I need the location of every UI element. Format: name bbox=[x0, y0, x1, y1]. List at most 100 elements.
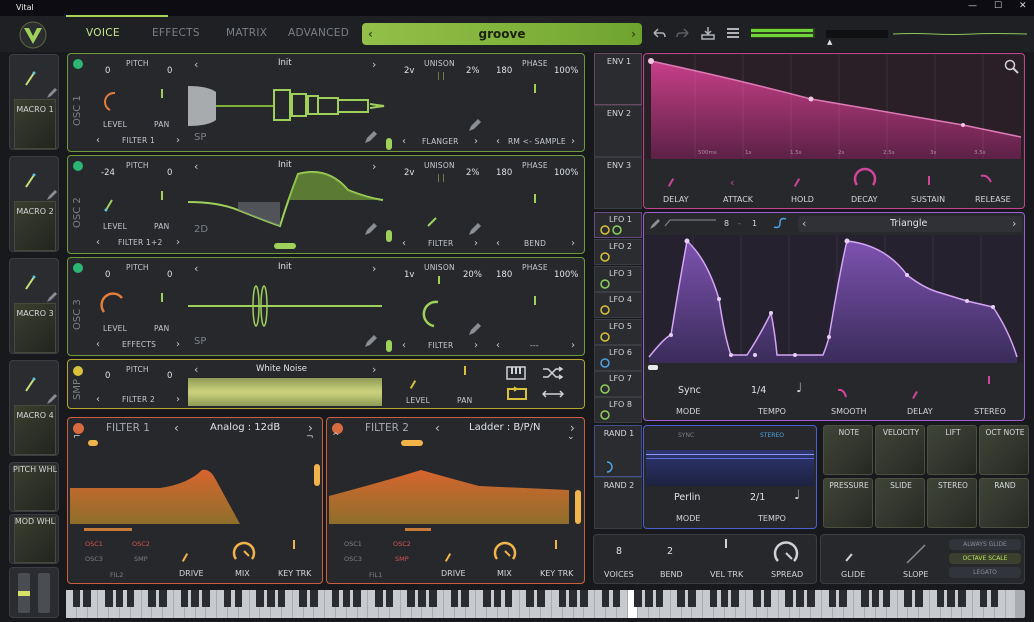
black-key[interactable] bbox=[429, 590, 437, 607]
black-key[interactable] bbox=[504, 590, 513, 607]
pitch-transpose-value[interactable]: 0 bbox=[167, 168, 172, 178]
osc-fx-b[interactable]: BEND bbox=[524, 239, 546, 248]
mod-source-oct-note[interactable]: OCT NOTE bbox=[979, 425, 1029, 475]
pan-knob[interactable] bbox=[161, 191, 163, 200]
unison-detune[interactable]: 20% bbox=[463, 270, 482, 280]
osc-fx-a[interactable]: FILTER bbox=[428, 239, 453, 248]
key-track-knob[interactable] bbox=[293, 540, 295, 549]
sample-name[interactable]: White Noise bbox=[256, 364, 307, 374]
wavetable-display[interactable] bbox=[188, 160, 388, 240]
black-key[interactable] bbox=[385, 590, 394, 607]
black-key[interactable] bbox=[601, 590, 610, 607]
filter-src-fil[interactable]: FIL1 bbox=[369, 571, 382, 579]
macro-4[interactable]: MACRO 4 bbox=[9, 360, 59, 456]
unison-blend-slider[interactable] bbox=[438, 276, 440, 284]
filter-resonance-slider[interactable] bbox=[575, 490, 581, 524]
random-phase-icon[interactable] bbox=[542, 366, 564, 380]
filter-src-osc2[interactable]: OSC2 bbox=[393, 540, 411, 548]
lfo-grid-y[interactable]: 1 bbox=[752, 219, 757, 228]
edit-wavetable-icon[interactable] bbox=[364, 130, 378, 144]
black-key[interactable] bbox=[180, 590, 189, 607]
lfo-7-tab[interactable]: LFO 7 bbox=[594, 371, 642, 397]
always-glide-toggle[interactable]: ALWAYS GLIDE bbox=[949, 539, 1021, 550]
wheel-controls[interactable] bbox=[9, 567, 59, 618]
maximize-button[interactable]: ☐ bbox=[994, 1, 1002, 11]
phase-knob[interactable] bbox=[534, 194, 536, 203]
tab-effects[interactable]: EFFECTS bbox=[152, 27, 200, 39]
black-key[interactable] bbox=[493, 590, 502, 607]
fx-a-prev-icon[interactable]: ‹ bbox=[402, 238, 406, 249]
edit-pencil-icon[interactable] bbox=[46, 393, 58, 405]
black-key[interactable] bbox=[580, 590, 588, 607]
osc-fx-b[interactable]: RM <- SAMPLE bbox=[508, 137, 566, 146]
black-key[interactable] bbox=[634, 590, 642, 607]
black-key[interactable] bbox=[407, 590, 416, 607]
tab-voice[interactable]: VOICE bbox=[86, 27, 120, 39]
unison-blend-slider[interactable] bbox=[438, 72, 444, 80]
lfo-delay-knob[interactable] bbox=[912, 391, 918, 399]
minimize-button[interactable]: — bbox=[968, 1, 977, 11]
spectral-morph-slider[interactable] bbox=[386, 230, 392, 242]
sample-prev-icon[interactable]: ‹ bbox=[194, 363, 199, 376]
black-key[interactable] bbox=[796, 590, 804, 607]
drive-knob[interactable] bbox=[444, 553, 452, 562]
black-key[interactable] bbox=[267, 590, 275, 607]
filter-model[interactable]: Ladder : B/P/N bbox=[469, 422, 541, 433]
lfo-shape-display[interactable] bbox=[645, 235, 1023, 363]
filter-blend-slider[interactable] bbox=[88, 440, 98, 446]
unison-detune[interactable]: 2% bbox=[466, 168, 480, 178]
wavetable-next-icon[interactable]: › bbox=[372, 160, 377, 173]
random-tempo-value[interactable]: 2/1 bbox=[750, 492, 765, 503]
filter-cutoff-handle[interactable] bbox=[84, 528, 132, 531]
black-key[interactable] bbox=[612, 590, 621, 607]
filter-src-osc2[interactable]: OSC2 bbox=[132, 540, 150, 548]
fx-a-prev-icon[interactable]: ‹ bbox=[402, 340, 406, 351]
osc-3-power-toggle[interactable] bbox=[73, 263, 83, 273]
black-key[interactable] bbox=[191, 590, 200, 607]
spectral-mode[interactable]: SP bbox=[194, 336, 206, 347]
wavetable-next-icon[interactable]: › bbox=[372, 262, 377, 275]
env-1-tab[interactable]: ENV 1 bbox=[594, 53, 642, 105]
bounce-icon[interactable] bbox=[542, 388, 564, 400]
black-key[interactable] bbox=[979, 590, 988, 607]
edit-distortion-icon[interactable] bbox=[468, 322, 482, 336]
osc-2-power-toggle[interactable] bbox=[73, 161, 83, 171]
sampler-route[interactable]: FILTER 2 bbox=[122, 395, 155, 404]
black-key[interactable] bbox=[375, 590, 383, 607]
lfo-8-tab[interactable]: LFO 8 bbox=[594, 397, 642, 423]
osc-fx-b[interactable]: --- bbox=[530, 341, 539, 350]
menu-icon[interactable] bbox=[726, 27, 740, 39]
black-key[interactable] bbox=[763, 590, 772, 607]
black-key[interactable] bbox=[72, 590, 81, 607]
lfo-paint-shape-icon[interactable] bbox=[664, 218, 718, 228]
wavetable-prev-icon[interactable]: ‹ bbox=[194, 160, 199, 173]
pitch-wheel[interactable]: PITCH WHL bbox=[9, 462, 59, 512]
osc-route[interactable]: FILTER 1 bbox=[122, 136, 155, 145]
save-preset-icon[interactable] bbox=[700, 26, 716, 40]
black-key[interactable] bbox=[753, 590, 761, 607]
black-key[interactable] bbox=[645, 590, 653, 607]
black-key[interactable] bbox=[526, 590, 534, 607]
pitch-transpose-value[interactable]: 0 bbox=[167, 66, 172, 76]
unison-voices[interactable]: 2v bbox=[404, 66, 414, 76]
fx-a-next-icon[interactable]: › bbox=[474, 340, 478, 351]
distortion-knob[interactable] bbox=[426, 216, 438, 228]
black-key[interactable] bbox=[277, 590, 286, 607]
black-key[interactable] bbox=[688, 590, 696, 607]
black-key[interactable] bbox=[105, 590, 113, 607]
black-key[interactable] bbox=[904, 590, 912, 607]
keyboard[interactable] bbox=[66, 590, 1025, 618]
pitch-transpose-value[interactable]: 0 bbox=[167, 371, 172, 381]
wavetable-prev-icon[interactable]: ‹ bbox=[194, 58, 199, 71]
lfo-shape-prev-icon[interactable]: ‹ bbox=[802, 217, 806, 230]
route-next-icon[interactable]: › bbox=[176, 394, 180, 405]
phase-value[interactable]: 180 bbox=[496, 270, 512, 280]
black-key[interactable] bbox=[936, 590, 945, 607]
wavetable-frame-slider[interactable] bbox=[386, 138, 392, 150]
black-key[interactable] bbox=[882, 590, 891, 607]
phase-knob[interactable] bbox=[534, 296, 536, 305]
black-key[interactable] bbox=[947, 590, 956, 607]
macro-knob-icon[interactable] bbox=[20, 373, 40, 395]
black-key[interactable] bbox=[310, 590, 318, 607]
undo-icon[interactable] bbox=[652, 27, 666, 39]
